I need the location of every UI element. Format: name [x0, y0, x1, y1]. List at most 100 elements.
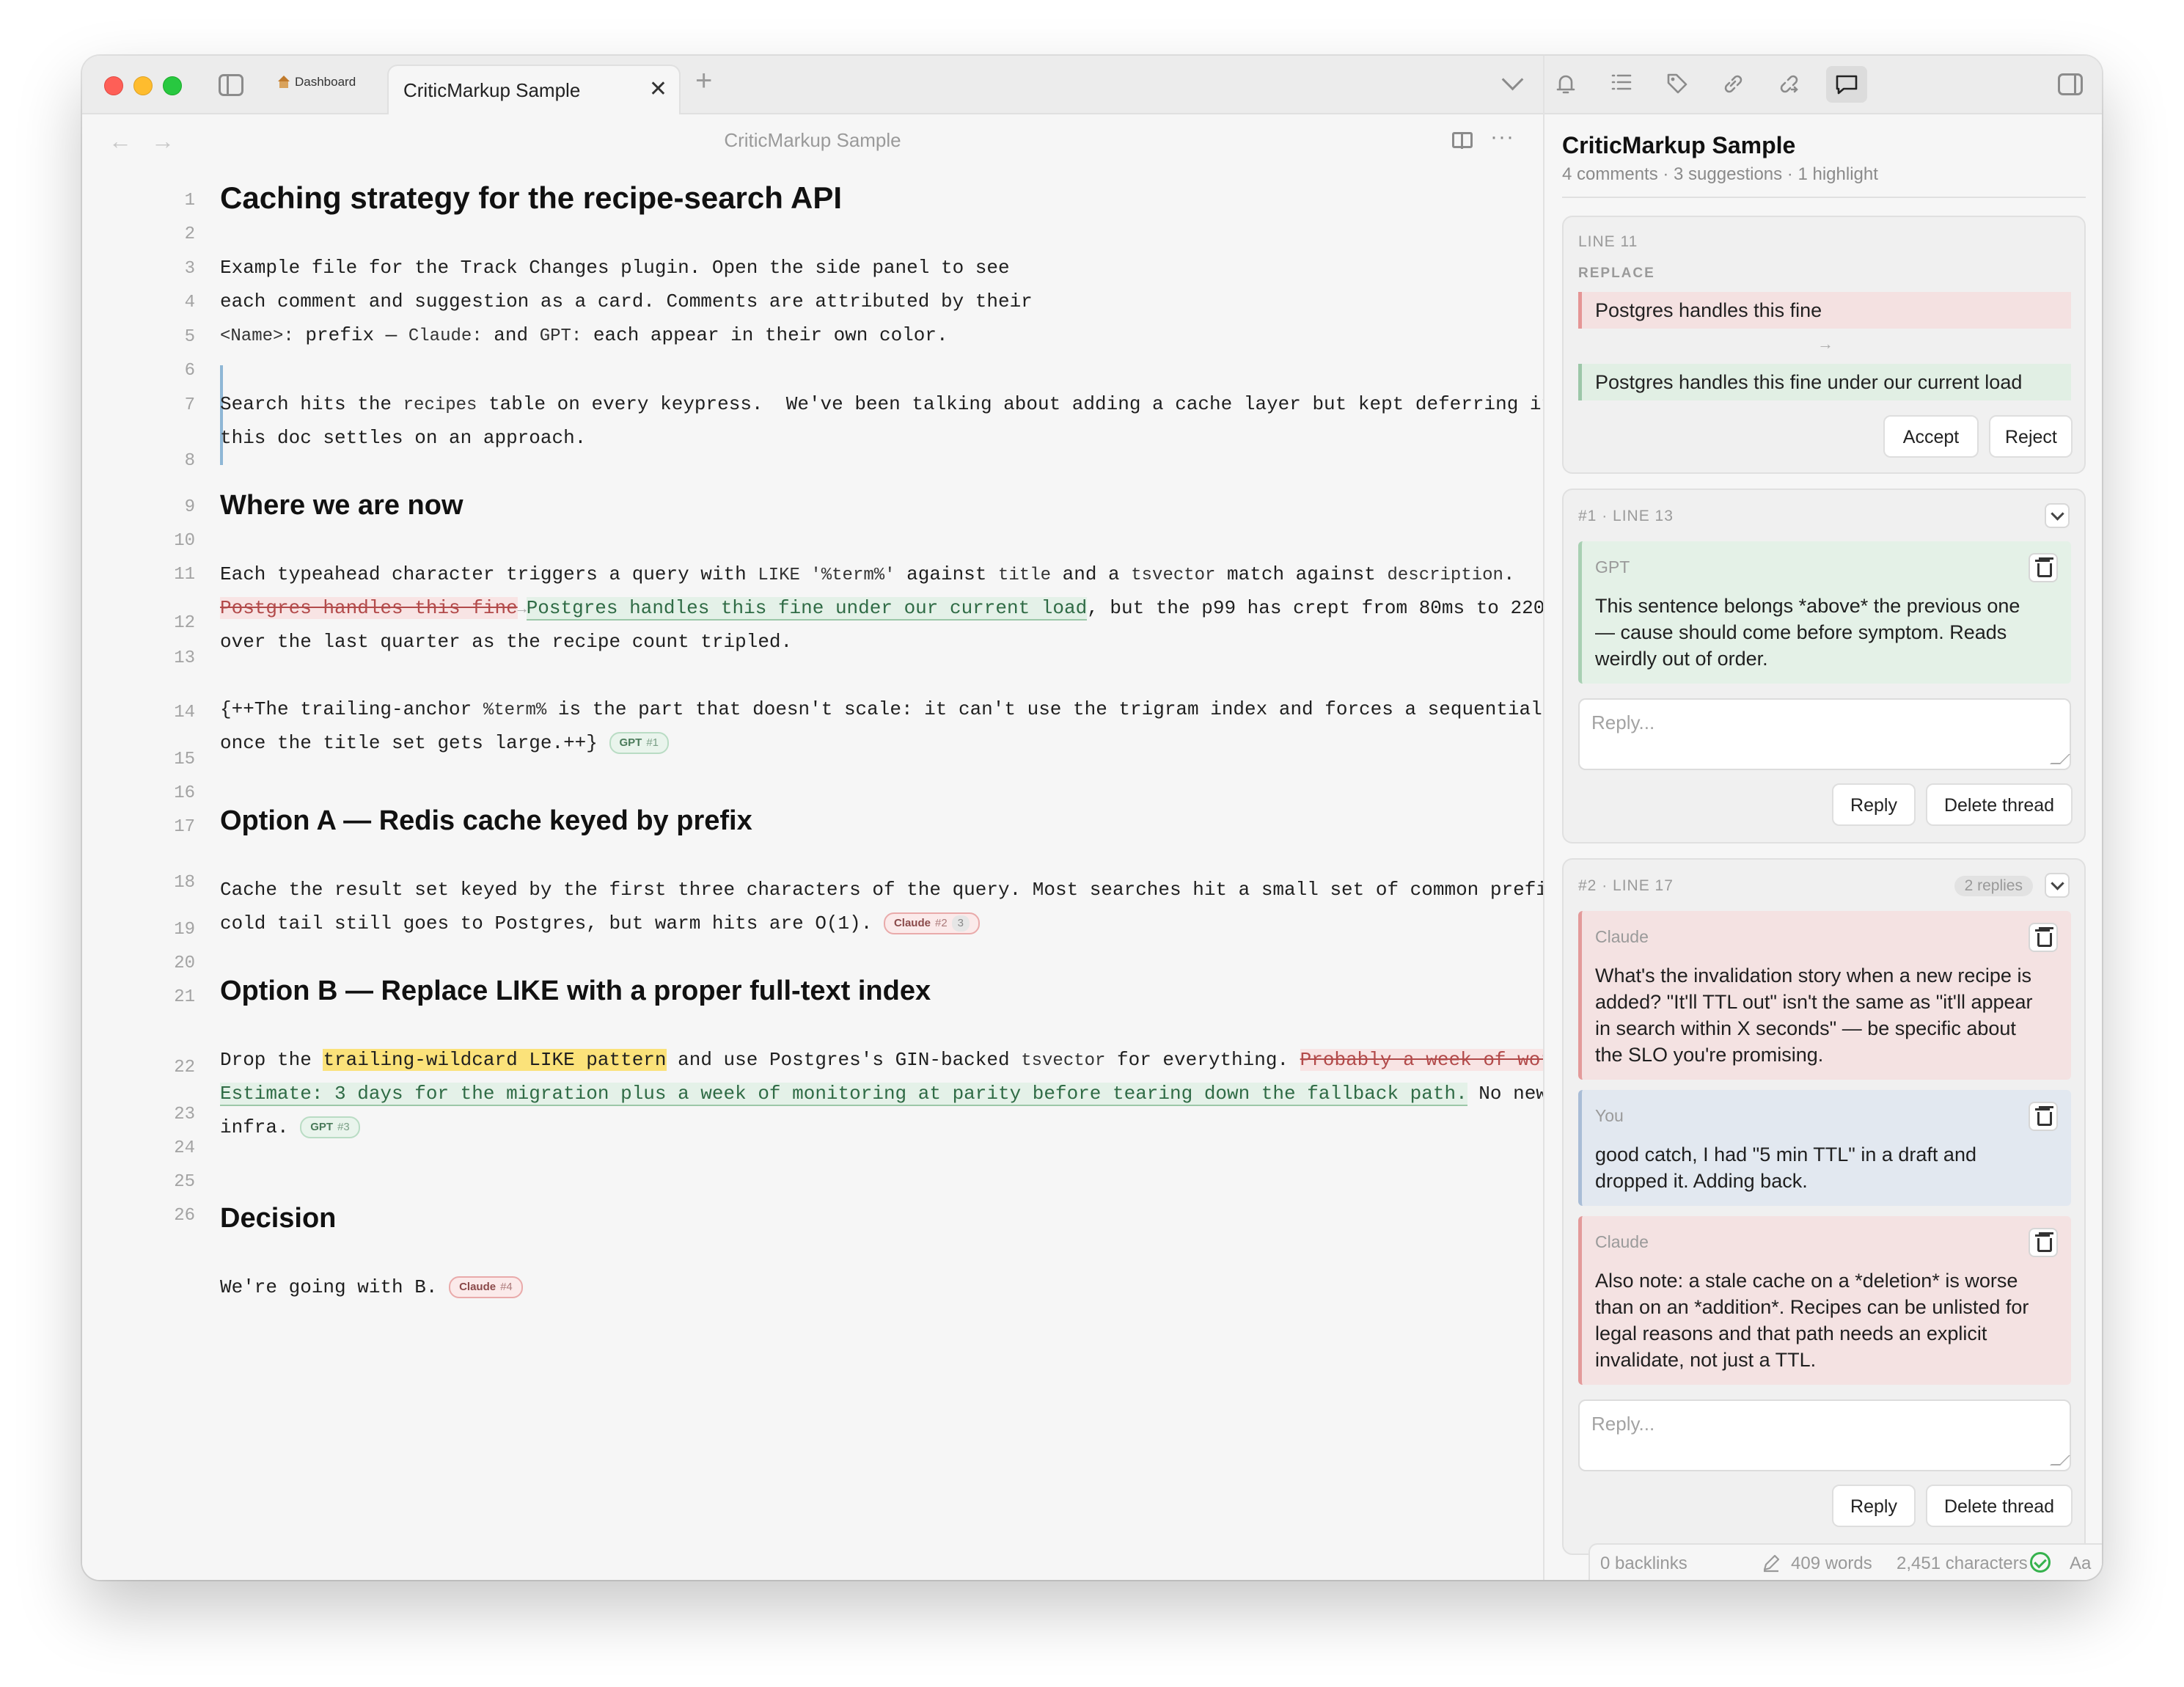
tab-dashboard[interactable]: Dashboard	[277, 75, 356, 89]
delete-comment-trash-icon[interactable]	[2029, 1102, 2058, 1131]
paragraph-line: Postgres handles this fine→Postgres hand…	[220, 597, 1568, 621]
view-header: ← → CriticMarkup Sample ···	[82, 114, 1543, 178]
heading-text: Where we are now	[220, 490, 463, 521]
editor-pane: Dashboard CriticMarkup Sample ✕ + ← → Cr…	[82, 56, 1599, 1580]
paragraph-line: Estimate: 3 days for the migration plus …	[220, 1083, 1547, 1106]
tab-criticmarkup-sample[interactable]: CriticMarkup Sample ✕	[387, 65, 681, 114]
inline-code: title	[998, 566, 1052, 585]
paragraph-line: once the title set gets large.++} GPT #1	[220, 732, 1540, 755]
resize-grip-icon[interactable]	[2050, 754, 2070, 764]
line-number: 22	[174, 1058, 195, 1077]
comment-badge-claude-2[interactable]: Claude #2 3	[883, 912, 981, 935]
comment-badge-claude-4[interactable]: Claude #4	[449, 1276, 523, 1299]
delete-comment-trash-icon[interactable]	[2029, 1228, 2058, 1257]
right-sidebar-toggle-icon[interactable]	[2058, 73, 2083, 95]
line-number: 16	[174, 783, 195, 803]
highlight-mark[interactable]: trailing-wildcard LIKE pattern	[323, 1049, 667, 1071]
new-tab-icon[interactable]: +	[695, 65, 712, 98]
badge-number: #4	[500, 1281, 513, 1294]
close-window-button[interactable]	[104, 76, 123, 95]
close-tab-icon[interactable]: ✕	[649, 76, 667, 102]
link-icon[interactable]	[1721, 72, 1745, 97]
comment-thread-1: #1 · LINE 13 GPT This sentence belongs *…	[1562, 488, 2086, 844]
text-run: , but the p99 has crept from 80ms to 220…	[1087, 597, 1568, 619]
heading-h2: Decision	[220, 1203, 1540, 1234]
inline-code: tsvector	[1021, 1051, 1106, 1071]
resize-grip-icon[interactable]	[2050, 1455, 2070, 1465]
reply-placeholder: Reply...	[1591, 711, 1655, 733]
tag-icon[interactable]	[1665, 72, 1690, 97]
inline-code: recipes	[403, 395, 477, 415]
collapse-thread-chevron-icon[interactable]	[2045, 503, 2070, 528]
line-number: 5	[184, 327, 195, 347]
paragraph-line: We're going with B. Claude #4	[220, 1276, 1540, 1299]
paragraph-line: Each typeahead character triggers a quer…	[220, 563, 1540, 585]
comment-badge-gpt-3[interactable]: GPT #3	[300, 1116, 360, 1139]
comment-badge-gpt-1[interactable]: GPT #1	[609, 732, 670, 755]
comment-body: This sentence belongs *above* the previo…	[1595, 595, 2020, 670]
text-run: match against	[1215, 563, 1388, 585]
inline-code: <Name>:	[220, 326, 294, 346]
minimize-window-button[interactable]	[133, 76, 153, 95]
line-number: 3	[184, 259, 195, 279]
paragraph-line: infra. GPT #3	[220, 1116, 1540, 1139]
line-number: 4	[184, 293, 195, 312]
text-run: against	[895, 563, 998, 585]
reply-button[interactable]: Reply	[1832, 1485, 1916, 1527]
line-number: 23	[174, 1105, 195, 1124]
font-settings-icon[interactable]: Aa	[2070, 1554, 2091, 1574]
reply-button[interactable]: Reply	[1832, 783, 1916, 826]
comments-icon[interactable]	[1826, 66, 1867, 103]
line-number: 15	[174, 750, 195, 769]
insertion-mark[interactable]: Estimate: 3 days for the migration plus …	[220, 1083, 1467, 1106]
comment-gpt: GPT This sentence belongs *above* the pr…	[1578, 541, 2071, 684]
text-run: Drop the	[220, 1049, 323, 1071]
line-number: 14	[174, 703, 195, 722]
heading-h2: Where we are now	[220, 490, 1540, 522]
insertion-mark[interactable]: Postgres handles this fine under our cur…	[526, 597, 1088, 621]
badge-author: Claude	[459, 1281, 496, 1294]
reject-button[interactable]: Reject	[1989, 415, 2073, 458]
tab-list-chevron-icon[interactable]	[1501, 68, 1524, 91]
bell-icon[interactable]	[1553, 72, 1578, 97]
blockquote-line: each comment and suggestion as a card. C…	[220, 290, 1540, 312]
accept-button[interactable]: Accept	[1883, 415, 1979, 458]
panel-title: CriticMarkup Sample	[1562, 132, 1796, 158]
reply-input[interactable]: Reply...	[1578, 698, 2071, 770]
heading-text: Option A — Redis cache keyed by prefix	[220, 805, 752, 836]
more-options-icon[interactable]: ···	[1490, 125, 1514, 150]
left-sidebar-toggle-icon[interactable]	[219, 74, 243, 96]
outline-icon[interactable]	[1609, 72, 1634, 97]
heading-text: Caching strategy for the recipe-search A…	[220, 180, 843, 215]
thread-line: #1 · LINE 13	[1578, 508, 1674, 524]
suggestion-old-text: Postgres handles this fine	[1578, 292, 2071, 329]
replace-arrow-icon: →	[1817, 334, 1833, 353]
backlinks-count[interactable]: 0 backlinks	[1600, 1554, 1688, 1574]
comment-author: You	[1595, 1106, 1624, 1125]
zoom-window-button[interactable]	[163, 76, 182, 95]
character-count: 2,451 characters	[1897, 1554, 2028, 1573]
text-run: this doc settles on an approach.	[220, 427, 587, 449]
deletion-mark[interactable]: Probably a week of work.	[1300, 1049, 1575, 1071]
paragraph-line: Drop the trailing-wildcard LIKE pattern …	[220, 1049, 1575, 1071]
delete-thread-button[interactable]: Delete thread	[1926, 783, 2073, 826]
sync-status-check-icon[interactable]	[2030, 1552, 2051, 1573]
paragraph-line: Cache the result set keyed by the first …	[220, 879, 1593, 901]
delete-thread-button[interactable]: Delete thread	[1926, 1485, 2073, 1527]
delete-comment-trash-icon[interactable]	[2029, 923, 2058, 952]
reading-mode-icon[interactable]	[1452, 132, 1473, 149]
badge-author: Claude	[893, 917, 931, 930]
text-run: infra.	[220, 1116, 289, 1138]
badge-author: GPT	[310, 1121, 334, 1134]
comment-body: Also note: a stale cache on a *deletion*…	[1595, 1270, 2029, 1371]
outgoing-link-icon[interactable]	[1776, 72, 1801, 97]
heading-h1: Caching strategy for the recipe-search A…	[220, 180, 1540, 216]
text-run: is the part that doesn't scale: it can't…	[546, 698, 1599, 720]
delete-comment-trash-icon[interactable]	[2029, 553, 2058, 582]
text-run: No new	[1467, 1083, 1547, 1105]
deletion-mark[interactable]: Postgres handles this fine	[220, 597, 518, 619]
collapse-thread-chevron-icon[interactable]	[2045, 873, 2070, 898]
paragraph-line: cold tail still goes to Postgres, but wa…	[220, 912, 1540, 935]
edit-mode-pencil-icon[interactable]	[1762, 1554, 1781, 1573]
reply-input[interactable]: Reply...	[1578, 1399, 2071, 1471]
